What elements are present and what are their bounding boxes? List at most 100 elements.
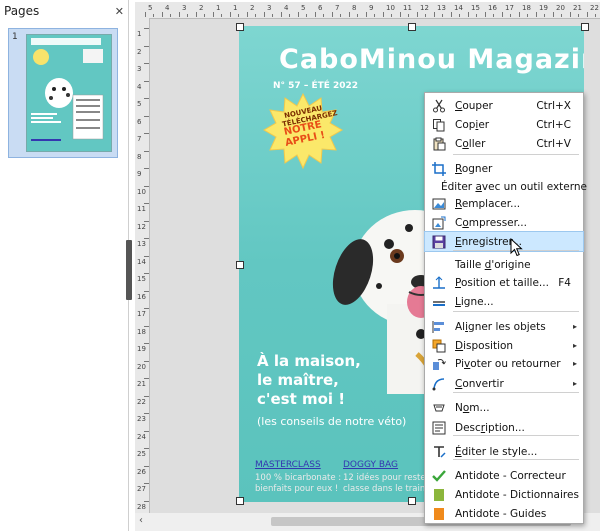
menu-item-pivoter-ou-retourner[interactable]: Pivoter ou retourner ▸ [425,354,583,373]
scroll-left-arrow-icon[interactable]: ‹ [139,515,143,526]
menu-item-nom[interactable]: Nom... [425,398,583,417]
menu-item-label: Éditer avec un outil externe [441,180,588,193]
ruler-label: 10 [137,187,146,196]
menu-item-label: Compresser... [455,216,527,229]
menu-item-ligne[interactable]: Ligne... [425,292,583,311]
menu-item-remplacer[interactable]: Remplacer... [425,194,583,213]
menu-item-label: Taille d'origine [455,258,531,271]
scissors-icon [432,99,446,113]
submenu-arrow-icon: ▸ [572,322,577,331]
ruler-label: 26 [137,467,146,476]
ruler-tick [553,12,554,17]
menu-item-label: Coller [455,137,486,150]
convert-icon [432,377,446,391]
ruler-label: 15 [137,275,146,283]
ruler-tick [144,430,149,432]
ruler-tick [144,465,149,467]
panel-collapse-handle[interactable] [126,240,132,300]
ruler-label: 14 [137,257,146,266]
menu-item-label: Nom... [455,401,490,414]
ruler-tick [144,395,149,397]
menu-item-disposition[interactable]: Disposition ▸ [425,336,583,355]
ruler-label: 6 [318,4,323,12]
menu-item-taille-d-origine[interactable]: Taille d'origine [425,255,583,274]
menu-item-coller[interactable]: Coller Ctrl+V [425,134,583,153]
menu-item-shortcut: Ctrl+V [536,137,571,150]
ruler-minor-tick [510,14,511,17]
edit-style-icon [432,445,446,459]
antidote-check-icon [432,469,446,483]
ruler-label: 5 [148,4,153,12]
ruler-minor-tick [204,14,205,17]
menu-item-aligner-les-objets[interactable]: Aligner les objets ▸ [425,317,583,336]
ruler-label: 16 [488,4,497,12]
ruler-tick [144,115,149,117]
menu-item-convertir[interactable]: Convertir ▸ [425,374,583,393]
menu-item-label: Pivoter ou retourner [455,357,561,370]
selection-handle-bottom-center[interactable] [408,497,416,505]
ruler-tick [144,290,149,292]
menu-item-label: Antidote - Dictionnaires [455,488,579,501]
ruler-label: 18 [137,327,146,336]
ruler-label: 4 [284,4,289,12]
ruler-label: 13 [437,4,446,12]
menu-item-antidote-correcteur[interactable]: Antidote - Correcteur [425,466,583,485]
ruler-label: 18 [522,4,531,12]
ruler-minor-tick [306,14,307,17]
magazine-title: CaboMinou Magazine [279,44,584,75]
selection-handle-top-right[interactable] [581,23,589,31]
ruler-label: 19 [539,4,548,12]
ruler-tick [144,378,149,379]
menu-item-shortcut: Ctrl+C [536,118,571,131]
ruler-tick [315,12,316,17]
selection-handle-top-left[interactable] [236,23,244,31]
position-size-icon [432,275,446,290]
mouse-pointer-icon [510,238,523,257]
menu-separator [453,392,579,393]
menu-item-rogner[interactable]: Rogner [425,159,583,178]
menu-item-copier[interactable]: Copier Ctrl+C [425,115,583,134]
selection-handle-middle-left[interactable] [236,261,244,269]
rotate-icon [432,357,446,371]
ruler-label: 19 [137,345,146,353]
selection-handle-bottom-left[interactable] [236,497,244,505]
ruler-label: 11 [137,205,146,213]
ruler-tick [144,98,149,99]
menu-item-enregistrer[interactable]: Enregistrer... [424,231,584,252]
ruler-label: 10 [386,4,395,12]
ruler-tick [144,63,149,64]
menu-item-label: Éditer le style... [455,445,538,458]
ruler-tick [144,273,149,274]
column1-title: MASTERCLASS [255,460,321,470]
ruler-tick [144,238,149,239]
page-thumbnail[interactable] [26,34,112,152]
ruler-tick [144,325,149,327]
page-thumbnail-number: 1 [12,32,18,42]
menu-item-couper[interactable]: Couper Ctrl+X [425,96,583,115]
menu-item-antidote-guides[interactable]: Antidote - Guides [425,504,583,523]
ruler-label: 9 [137,170,142,178]
ruler-label: 2 [199,4,204,12]
ruler-minor-tick [187,14,188,17]
close-icon[interactable]: ✕ [115,5,124,18]
ruler-tick [144,150,149,152]
ruler-label: 1 [216,4,221,12]
ruler-label: 25 [137,450,146,458]
vertical-ruler[interactable]: 1 2 3 4 5 6 7 8 9 10 11 12 13 14 15 16 17 18 19 20 21 22 23 24 2… [135,18,150,513]
ruler-minor-tick [527,14,528,17]
menu-item-antidote-dictionnaires[interactable]: Antidote - Dictionnaires [425,485,583,504]
horizontal-ruler[interactable]: 5 4 3 2 1 1 2 3 4 5 6 7 8 9 10 11 12 13 14 15 16 17 18 19 20 21 22 [135,2,600,19]
menu-item-compresser[interactable]: Compresser... [425,213,583,232]
ruler-tick [144,255,149,257]
ruler-label: 3 [267,4,272,12]
ruler-tick [144,185,149,187]
ruler-minor-tick [323,14,324,17]
ruler-minor-tick [272,14,273,17]
ruler-label: 14 [454,4,463,12]
ruler-label: 5 [137,100,142,108]
ruler-tick [451,12,452,17]
ruler-tick [144,500,149,502]
menu-item-position-et-taille[interactable]: Position et taille... F4 [425,273,583,292]
replace-image-icon [432,197,446,211]
selection-handle-top-center[interactable] [408,23,416,31]
